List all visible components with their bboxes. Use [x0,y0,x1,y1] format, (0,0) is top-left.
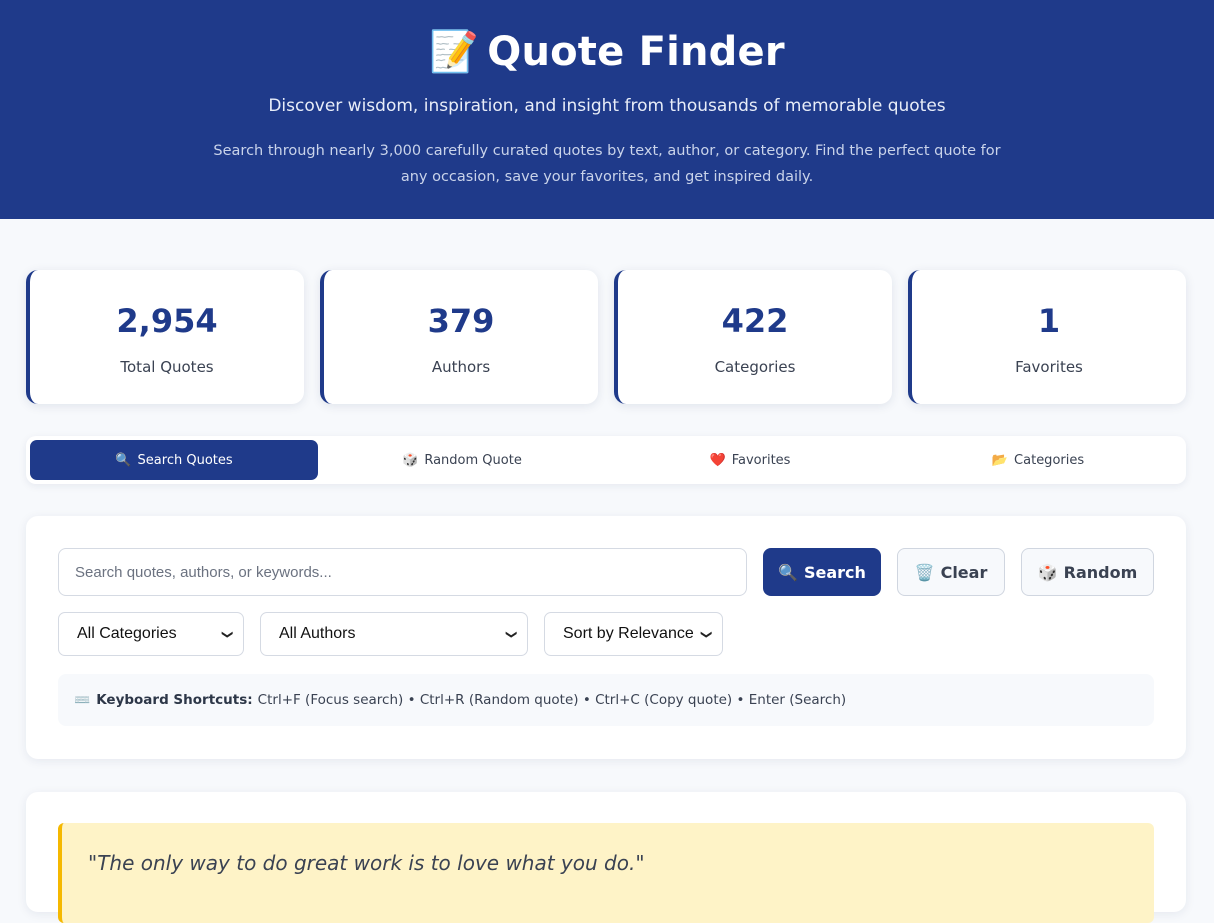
tab-label: Favorites [731,452,791,468]
magnifier-icon: 🔍 [778,562,798,582]
quote-card: "The only way to do great work is to lov… [58,823,1154,923]
stat-card-categories: 422 Categories [614,270,892,404]
author-select[interactable]: All Authors ❮ [260,612,528,656]
chevron-down-icon: ❮ [220,629,233,639]
stat-value: 1 [1037,302,1061,340]
keyboard-icon: ⌨️ [74,692,91,708]
page-description: Search through nearly 3,000 carefully cu… [213,143,1001,185]
tab-categories[interactable]: 📂 Categories [894,440,1182,480]
heart-icon: ❤️ [709,452,726,468]
tab-label: Random Quote [424,452,522,468]
tab-search-quotes[interactable]: 🔍 Search Quotes [30,440,318,480]
clear-button[interactable]: 🗑️ Clear [897,548,1005,596]
tab-label: Search Quotes [137,452,233,468]
stat-label: Favorites [1015,358,1083,376]
author-select-value: All Authors [279,625,356,642]
search-panel: 🔍Search 🗑️Clear 🎲Random All Categories ❮… [26,516,1186,759]
stat-card-favorites: 1 Favorites [908,270,1186,404]
sort-select-value: Sort by Relevance [563,625,694,642]
folder-icon: 📂 [991,452,1009,468]
stat-card-total-quotes: 2,954 Total Quotes [26,270,304,404]
sort-select[interactable]: Sort by Relevance ❮ [544,612,723,656]
chevron-down-icon: ❮ [504,629,517,639]
shortcuts-text: Ctrl+F (Focus search) • Ctrl+R (Random q… [257,692,847,708]
search-button[interactable]: 🔍 Search [763,548,881,596]
dice-icon: 🎲 [402,452,419,468]
category-select-value: All Categories [77,625,177,642]
tab-label: Categories [1014,452,1085,468]
tab-bar: 🔍 Search Quotes 🎲 Random Quote ❤️ Favorites… [26,436,1186,484]
stat-value: 379 [427,302,495,340]
shortcuts-title: Keyboard Shortcuts: [96,692,253,708]
page-title: 📝 Quote Finder [0,28,1214,75]
stat-value: 422 [721,302,789,340]
tab-favorites[interactable]: ❤️ Favorites [606,440,894,480]
stat-label: Authors [431,358,491,376]
search-input[interactable] [58,548,747,596]
category-select[interactable]: All Categories ❮ [58,612,244,656]
chevron-down-icon: ❮ [699,629,712,639]
stat-card-authors: 379 Authors [320,270,598,404]
magnifier-icon: 🔍 [115,452,132,468]
keyboard-shortcuts-hint: ⌨️ Keyboard Shortcuts: Ctrl+F (Focus sea… [58,674,1154,726]
stat-label: Total Quotes [120,358,214,376]
tab-random-quote[interactable]: 🎲 Random Quote [318,440,606,480]
quote-text: "The only way to do great work is to lov… [88,851,645,875]
random-button[interactable]: 🎲 Random [1021,548,1154,596]
page-subtitle: Discover wisdom, inspiration, and insigh… [268,96,946,116]
search-button-label: Search [803,562,866,582]
trash-icon: 🗑️ [914,562,935,582]
stat-value: 2,954 [116,302,218,340]
memo-icon: 📝 [429,29,480,75]
random-button-label: Random [1063,562,1138,582]
dice-icon: 🎲 [1037,562,1058,582]
page-title-text: Quote Finder [487,29,785,75]
stat-label: Categories [714,358,796,376]
clear-button-label: Clear [940,562,988,582]
page-header: 📝 Quote Finder Discover wisdom, inspirati… [0,0,1214,219]
quote-results-panel: "The only way to do great work is to lov… [26,792,1186,923]
